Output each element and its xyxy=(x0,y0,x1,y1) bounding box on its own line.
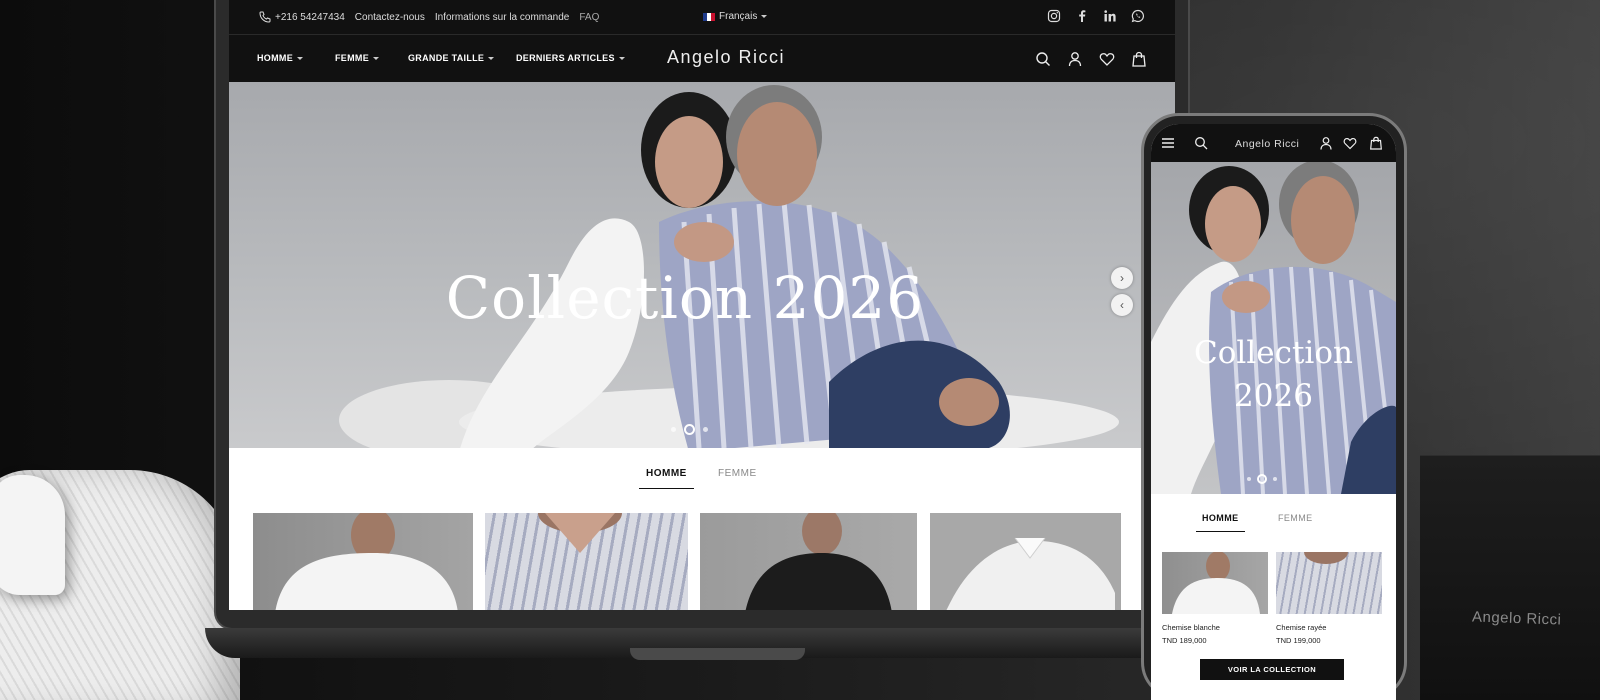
chevron-down-icon xyxy=(761,15,768,18)
product-card-black-shirt[interactable] xyxy=(700,513,917,610)
phone-hero-banner[interactable]: Collection 2026 xyxy=(1151,162,1396,494)
hero-dot-active[interactable] xyxy=(1257,474,1267,484)
search-icon[interactable] xyxy=(1035,51,1051,67)
tab-homme[interactable]: HOMME xyxy=(639,468,694,489)
language-selector[interactable]: Français xyxy=(703,11,768,22)
bag-icon[interactable] xyxy=(1131,51,1147,67)
product-price: TND 189,000 xyxy=(1162,636,1207,645)
nav-item-label: DERNIERS ARTICLES xyxy=(516,53,615,63)
bag-icon[interactable] xyxy=(1369,136,1383,150)
nav-item-label: HOMME xyxy=(257,53,293,63)
user-icon[interactable] xyxy=(1067,51,1083,67)
category-tabs: HOMME FEMME xyxy=(229,462,1175,492)
hero-next-button[interactable]: › xyxy=(1111,267,1133,289)
phone-hero-pagination xyxy=(1247,474,1277,484)
instagram-icon[interactable] xyxy=(1047,9,1061,23)
phone-product-grid: Chemise blanche TND 189,000 Chemise rayé… xyxy=(1151,540,1396,700)
view-collection-button[interactable]: VOIR LA COLLECTION xyxy=(1200,659,1344,680)
user-icon[interactable] xyxy=(1319,136,1333,150)
hero-dot[interactable] xyxy=(1247,477,1251,481)
phone-screen: Angelo Ricci Collection 2026 HOMME FEMME… xyxy=(1151,124,1396,700)
product-card-folded-shirt[interactable] xyxy=(930,513,1121,610)
phone-hero-image-models xyxy=(1151,162,1396,494)
hero-pagination xyxy=(671,424,708,435)
laptop-notch xyxy=(630,648,805,660)
nav-icons xyxy=(1035,51,1147,67)
phone-header: Angelo Ricci xyxy=(1151,124,1396,162)
product-image-white-shirt[interactable] xyxy=(1162,551,1268,614)
phone-hero-title-line2: 2026 xyxy=(1234,378,1313,414)
product-card-striped-shirt[interactable] xyxy=(485,513,688,610)
hero-dot[interactable] xyxy=(1273,477,1277,481)
topbar: +216 54247434 Contactez-nous Information… xyxy=(229,0,1175,34)
nav-item-grande-taille[interactable]: GRANDE TAILLE xyxy=(408,53,495,63)
tab-femme[interactable]: FEMME xyxy=(718,468,757,479)
product-name[interactable]: Chemise blanche xyxy=(1162,623,1220,632)
contact-link[interactable]: Contactez-nous xyxy=(355,12,425,23)
nav-item-label: FEMME xyxy=(335,53,369,63)
faq-link[interactable]: FAQ xyxy=(579,12,599,23)
nav-item-femme[interactable]: FEMME xyxy=(335,53,379,63)
hero-banner[interactable]: Collection 2026 › ‹ xyxy=(229,82,1175,448)
product-image-striped-shirt[interactable] xyxy=(1276,540,1382,614)
chevron-down-icon xyxy=(297,56,303,60)
gift-box xyxy=(1420,455,1600,700)
order-info-link[interactable]: Informations sur la commande xyxy=(435,12,570,23)
hero-prev-button[interactable]: ‹ xyxy=(1111,294,1133,316)
france-flag-icon xyxy=(703,12,715,21)
phone-category-tabs: HOMME FEMME xyxy=(1151,494,1396,544)
hero-dot[interactable] xyxy=(703,427,708,432)
chevron-down-icon xyxy=(373,56,379,60)
social-links xyxy=(1047,9,1145,23)
laptop-screen: +216 54247434 Contactez-nous Information… xyxy=(229,0,1175,610)
box-brand-text: Angelo Ricci xyxy=(1471,608,1562,629)
shirt-collar-prop xyxy=(0,475,65,595)
topbar-phone-number[interactable]: +216 54247434 xyxy=(275,12,345,23)
nav-item-label: GRANDE TAILLE xyxy=(408,53,485,63)
nav-item-homme[interactable]: HOMME xyxy=(257,53,303,63)
menu-icon[interactable] xyxy=(1161,136,1175,150)
whatsapp-icon[interactable] xyxy=(1131,9,1145,23)
tab-femme[interactable]: FEMME xyxy=(1278,513,1313,523)
product-card-white-shirt[interactable] xyxy=(253,513,473,610)
product-price: TND 199,000 xyxy=(1276,636,1321,645)
heart-icon[interactable] xyxy=(1343,136,1357,150)
language-label: Français xyxy=(719,11,758,22)
hero-title: Collection 2026 xyxy=(445,264,925,332)
hero-dot[interactable] xyxy=(671,427,676,432)
search-icon[interactable] xyxy=(1194,136,1208,150)
phone-brand-logo[interactable]: Angelo Ricci xyxy=(1235,138,1299,150)
nav-item-derniers-articles[interactable]: DERNIERS ARTICLES xyxy=(516,53,625,63)
hero-dot-active[interactable] xyxy=(684,424,695,435)
main-navbar: HOMME FEMME GRANDE TAILLE DERNIERS ARTIC… xyxy=(229,34,1175,82)
phone-icon xyxy=(259,11,271,23)
phone-hero-title: Collection 2026 xyxy=(1151,332,1396,418)
chevron-down-icon xyxy=(618,56,625,60)
phone-hero-title-line1: Collection xyxy=(1194,335,1353,371)
facebook-icon[interactable] xyxy=(1075,9,1089,23)
chevron-down-icon xyxy=(488,56,495,60)
tab-homme[interactable]: HOMME xyxy=(1196,513,1244,532)
linkedin-icon[interactable] xyxy=(1103,9,1117,23)
brand-logo[interactable]: Angelo Ricci xyxy=(667,47,785,68)
product-name[interactable]: Chemise rayée xyxy=(1276,623,1326,632)
heart-icon[interactable] xyxy=(1099,51,1115,67)
